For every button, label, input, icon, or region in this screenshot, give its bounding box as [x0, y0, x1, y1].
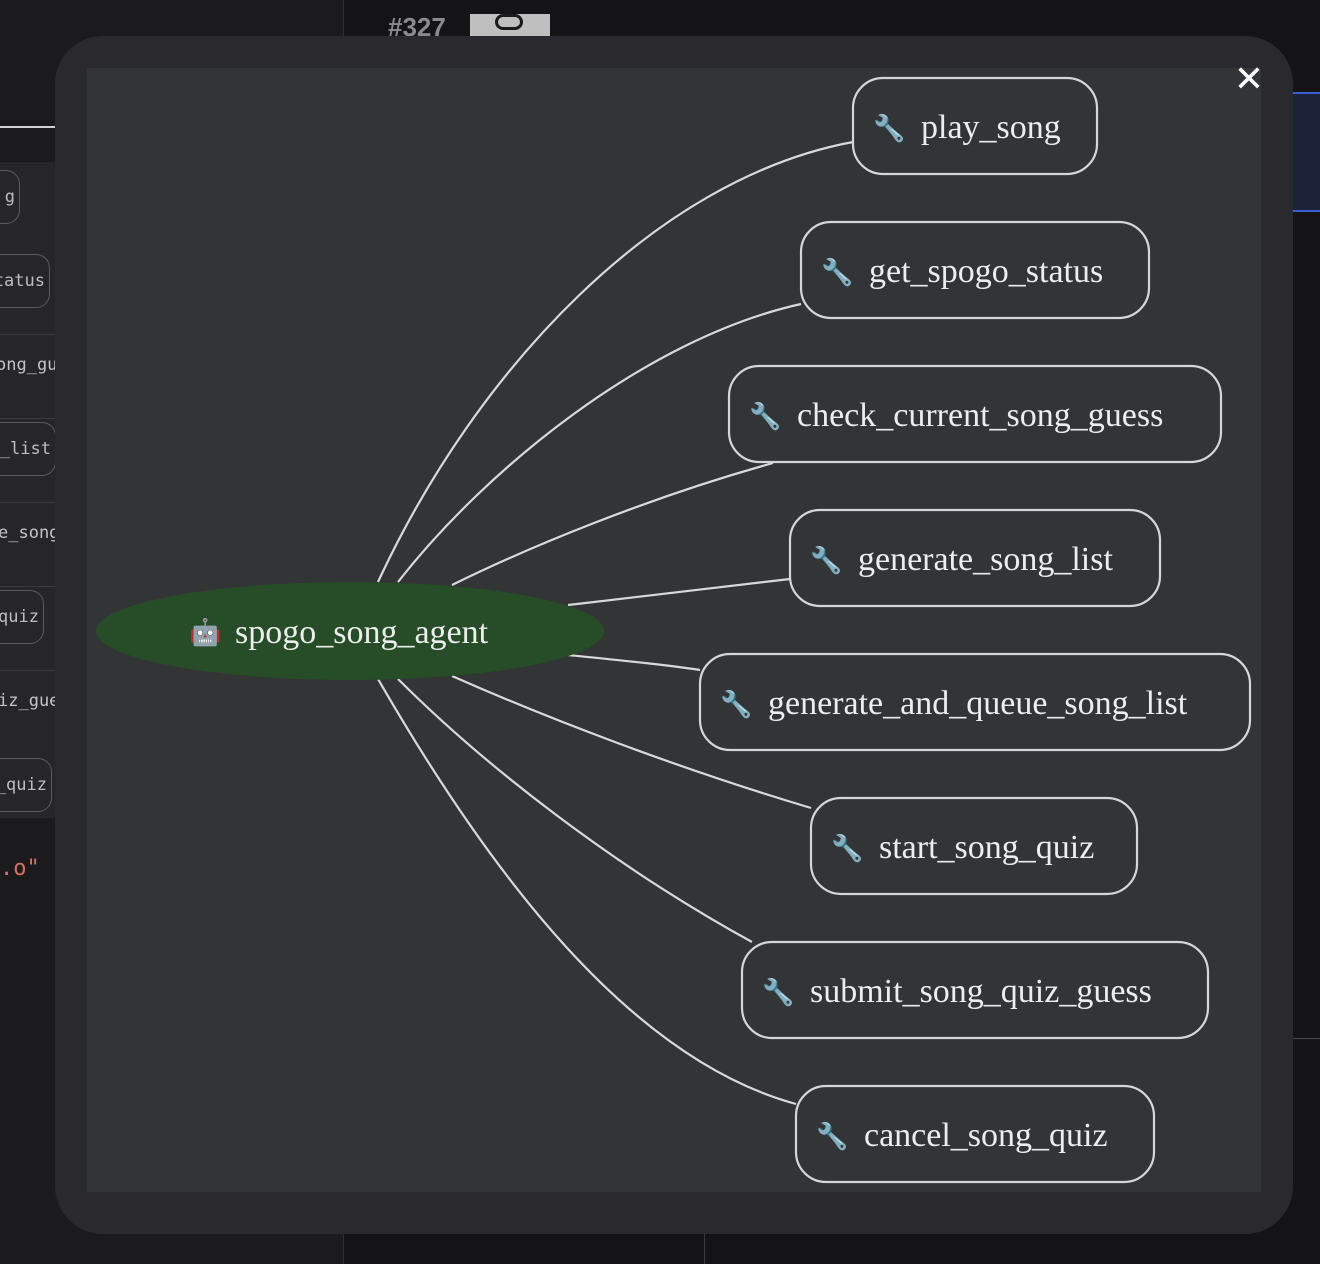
tool-node-label: submit_song_quiz_guess — [810, 973, 1152, 1010]
tool-node-label: play_song — [921, 109, 1061, 146]
graph-edge — [377, 678, 797, 1106]
background-list-divider — [0, 670, 60, 671]
graph-edge — [451, 674, 812, 810]
background-list-divider — [0, 418, 60, 419]
wrench-icon: 🔧 — [821, 256, 853, 288]
tool-node-generate-song-list[interactable]: 🔧 generate_song_list — [788, 508, 1162, 608]
background-list-divider — [0, 586, 60, 587]
wrench-icon: 🔧 — [720, 688, 752, 720]
background-tool-pill[interactable]: _quiz — [0, 758, 52, 812]
close-icon[interactable]: ✕ — [1231, 62, 1267, 98]
tool-node-label: generate_song_list — [858, 541, 1113, 578]
agent-tool-graph: 🤖 spogo_song_agent 🔧 play_song 🔧 get_spogo_st… — [96, 76, 1252, 1184]
tool-node-label: generate_and_queue_song_list — [768, 685, 1188, 722]
background-tool-pill[interactable]: tatus — [0, 254, 50, 308]
graph-edge — [377, 140, 854, 583]
graph-canvas: 🤖 spogo_song_agent 🔧 play_song 🔧 get_spogo_st… — [87, 68, 1261, 1192]
background-tool-text: iz_gue — [0, 691, 60, 711]
background-tool-text: ong_gu — [0, 355, 58, 375]
graph-edge — [567, 653, 701, 672]
tool-node-get-spogo-status[interactable]: 🔧 get_spogo_status — [799, 220, 1151, 320]
wrench-icon: 🔧 — [831, 832, 863, 864]
background-selected-item — [1290, 92, 1320, 212]
tool-node-generate-and-queue-song-list[interactable]: 🔧 generate_and_queue_song_list — [698, 652, 1252, 752]
tool-node-submit-song-quiz-guess[interactable]: 🔧 submit_song_quiz_guess — [740, 940, 1210, 1040]
tool-node-cancel-song-quiz[interactable]: 🔧 cancel_song_quiz — [794, 1084, 1156, 1184]
background-tool-pill[interactable]: quiz — [0, 590, 44, 644]
app-root: #327 g tatus ong_gu g_list e_song quiz i… — [0, 0, 1320, 1264]
background-list-divider — [0, 334, 60, 335]
graph-edge — [567, 577, 791, 607]
agent-node-spogo-song-agent[interactable]: 🤖 spogo_song_agent — [96, 582, 604, 680]
tool-node-label: start_song_quiz — [879, 829, 1094, 866]
background-rule — [0, 126, 60, 128]
agent-node-label: spogo_song_agent — [235, 614, 489, 651]
tool-node-start-song-quiz[interactable]: 🔧 start_song_quiz — [809, 796, 1139, 896]
graph-edge — [451, 461, 774, 586]
tool-node-play-song[interactable]: 🔧 play_song — [851, 76, 1099, 176]
tool-node-check-current-song-guess[interactable]: 🔧 check_current_song_guess — [727, 364, 1223, 464]
background-tool-text: e_song — [0, 523, 60, 543]
background-divider-right — [1292, 1038, 1320, 1039]
background-list-divider — [0, 502, 60, 503]
wrench-icon: 🔧 — [873, 112, 905, 144]
background-code-fragment: .o" — [0, 856, 40, 881]
graph-edge — [397, 302, 802, 583]
graph-modal: 🤖 spogo_song_agent 🔧 play_song 🔧 get_spogo_st… — [55, 36, 1293, 1234]
robot-badge-icon — [495, 14, 523, 30]
wrench-icon: 🔧 — [816, 1120, 848, 1152]
wrench-icon: 🔧 — [762, 976, 794, 1008]
background-tool-pill[interactable]: g — [0, 170, 20, 224]
tool-node-label: check_current_song_guess — [797, 397, 1163, 434]
wrench-icon: 🔧 — [749, 400, 781, 432]
robot-icon: 🤖 — [189, 617, 221, 648]
tool-node-label: get_spogo_status — [869, 253, 1103, 290]
wrench-icon: 🔧 — [810, 544, 842, 576]
background-tool-pill[interactable]: g_list — [0, 422, 56, 476]
tool-node-label: cancel_song_quiz — [864, 1117, 1108, 1154]
